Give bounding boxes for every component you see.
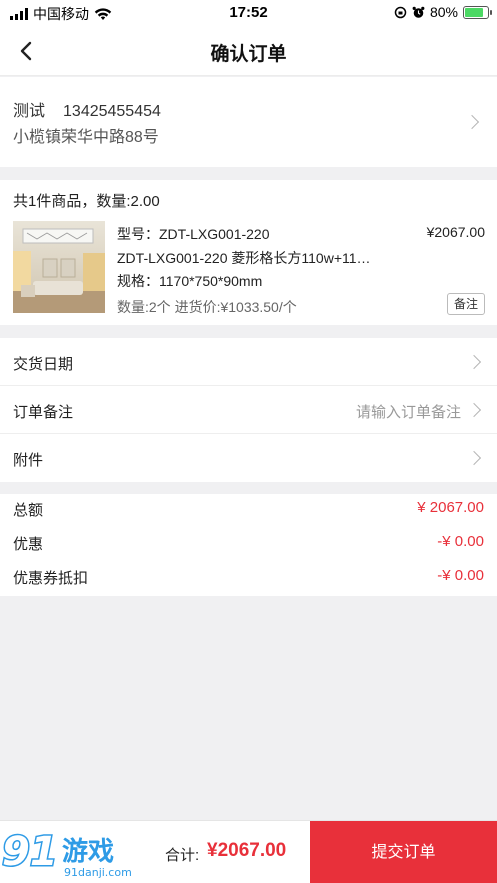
coupon-row: 优惠券抵扣 -¥ 0.00 (0, 562, 497, 594)
battery-percent: 80% (429, 4, 458, 20)
product-price: ¥2067.00 (426, 224, 485, 240)
goods-summary: 共1件商品，数量:2.00 (13, 193, 160, 210)
contact-phone: 13425455454 (63, 103, 161, 120)
sum-value: ¥2067.00 (207, 840, 287, 861)
navigation-bar: 确认订单 (0, 26, 497, 76)
attachment-label: 附件 (13, 452, 44, 469)
delivery-date-label: 交货日期 (13, 356, 74, 373)
product-model: 型号：ZDT-LXG001-220 (117, 226, 270, 242)
product-image[interactable] (13, 221, 105, 313)
order-note-label: 订单备注 (13, 404, 74, 421)
address-detail: 小榄镇荣华中路88号 (13, 129, 159, 146)
alarm-icon (412, 6, 425, 18)
battery-fill (465, 7, 483, 17)
status-bar: 中国移动 17:52 80% (0, 0, 497, 26)
coupon-value: -¥ 0.00 (437, 567, 484, 584)
contact-line: 测试 13425455454 (13, 97, 161, 121)
discount-value: -¥ 0.00 (437, 533, 484, 550)
watermark-logo: 91 游戏 91danji.com (1, 827, 142, 883)
address-card[interactable]: 测试 13425455454 小榄镇荣华中路88号 (0, 77, 497, 167)
total-value: ¥ 2067.00 (417, 499, 484, 516)
product-quantity-price: 数量:2个 进货价:¥1033.50/个 (117, 299, 297, 315)
chevron-right-icon (464, 114, 480, 130)
order-options: 交货日期 订单备注 请输入订单备注 附件 (0, 338, 497, 482)
total-row: 总额 ¥ 2067.00 (0, 494, 497, 526)
product-spec: 规格：1170*750*90mm (117, 273, 263, 289)
order-note-input[interactable]: 请输入订单备注 (356, 401, 461, 422)
rotation-lock-icon (394, 6, 407, 18)
goods-card: 共1件商品，数量:2.00 型号：ZDT-LXG001-220 ¥2067.00… (0, 180, 497, 325)
attachment-row[interactable]: 附件 (0, 434, 497, 482)
page-title: 确认订单 (210, 44, 287, 65)
totals-card: 总额 ¥ 2067.00 优惠 -¥ 0.00 优惠券抵扣 -¥ 0.00 (0, 494, 497, 596)
svg-text:91: 91 (2, 829, 58, 875)
contact-name: 测试 (13, 103, 46, 120)
product-name: ZDT-LXG001-220 菱形格长方110w+11… (117, 250, 371, 266)
coupon-label: 优惠券抵扣 (13, 570, 89, 587)
battery-icon (463, 5, 492, 19)
discount-row: 优惠 -¥ 0.00 (0, 528, 497, 560)
submit-order-button[interactable]: 提交订单 (310, 821, 497, 883)
chevron-right-icon (466, 354, 482, 370)
total-label: 总额 (13, 502, 44, 519)
svg-text:游戏: 游戏 (62, 837, 114, 867)
chevron-right-icon (466, 402, 482, 418)
status-right: 80% (394, 4, 492, 20)
bottom-bar: 91 游戏 91danji.com 合计: ¥2067.00 提交订单 (0, 820, 497, 883)
discount-label: 优惠 (13, 536, 44, 553)
delivery-date-row[interactable]: 交货日期 (0, 338, 497, 386)
order-note-row[interactable]: 订单备注 请输入订单备注 (0, 386, 497, 434)
svg-text:91danji.com: 91danji.com (64, 866, 132, 879)
remark-button[interactable]: 备注 (446, 293, 485, 315)
chevron-right-icon (466, 450, 482, 466)
sum-label: 合计: (165, 847, 200, 864)
